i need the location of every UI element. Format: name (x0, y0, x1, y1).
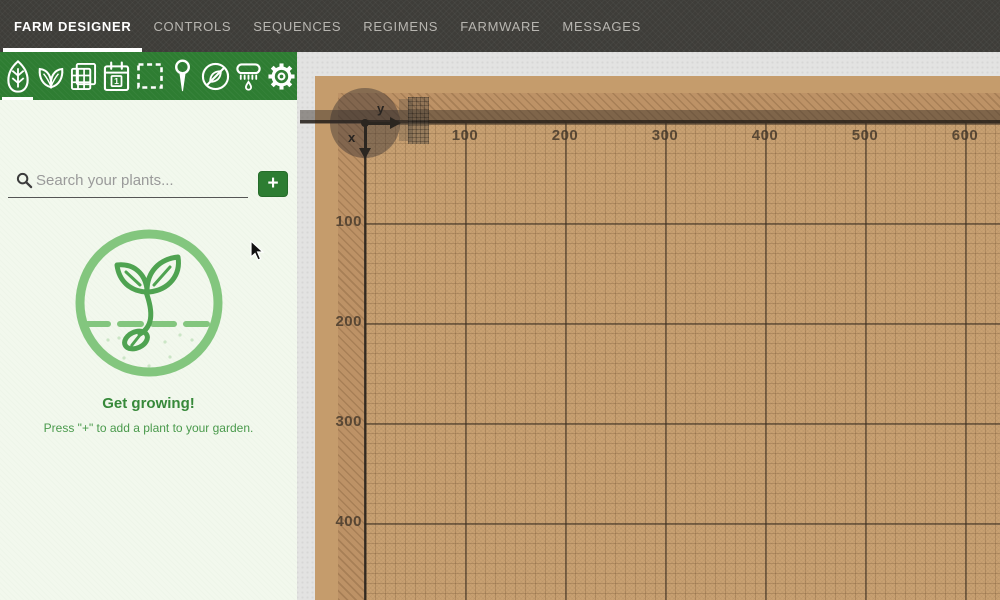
tab-label: SEQUENCES (253, 19, 341, 34)
plant-leaf-icon (6, 60, 30, 93)
horizontal-axis-arrowhead (390, 117, 401, 129)
garden-grid-icon (70, 62, 97, 91)
mouse-cursor (250, 240, 266, 266)
tab-farmware[interactable]: FARMWARE (449, 0, 551, 52)
toolbar-irrigation-button[interactable] (233, 52, 264, 100)
box-select-icon (136, 62, 164, 90)
x-axis-label: 600 (915, 127, 1000, 144)
designer-toolbar: 1 (0, 52, 297, 100)
tab-label: FARM DESIGNER (14, 19, 131, 34)
weeds-icon (201, 62, 230, 91)
x-axis-label: 200 (515, 127, 615, 144)
tab-label: CONTROLS (153, 19, 231, 34)
sprout-illustration (74, 365, 224, 382)
map-soil-grid (365, 123, 1000, 600)
toolbar-gardens-button[interactable] (68, 52, 99, 100)
vertical-axis-letter: x (348, 130, 355, 145)
toolbar-weeds-button[interactable] (200, 52, 231, 100)
calendar-icon: 1 (103, 61, 130, 92)
toolbar-points-button[interactable] (167, 52, 198, 100)
tab-regimens[interactable]: REGIMENS (352, 0, 449, 52)
designer-sidebar: 1 (0, 52, 297, 600)
main-nav: FARM DESIGNER CONTROLS SEQUENCES REGIMEN… (0, 0, 1000, 52)
y-axis-label: 400 (315, 513, 362, 530)
y-axis-line (364, 122, 366, 600)
x-axis-label: 500 (815, 127, 915, 144)
settings-gear-icon (267, 62, 296, 91)
tab-farm-designer[interactable]: FARM DESIGNER (3, 0, 142, 52)
crops-leaves-icon (37, 62, 65, 90)
y-axis-label: 200 (315, 313, 362, 330)
tab-label: FARMWARE (460, 19, 540, 34)
toolbar-settings-button[interactable] (266, 52, 297, 100)
tab-controls[interactable]: CONTROLS (142, 0, 242, 52)
search-input[interactable] (8, 164, 248, 198)
x-axis-label: 100 (415, 127, 515, 144)
irrigation-icon (234, 61, 263, 92)
toolbar-box-select-button[interactable] (134, 52, 165, 100)
garden-map[interactable]: y x 100200300400500600100200300400 (315, 76, 1000, 600)
tab-sequences[interactable]: SEQUENCES (242, 0, 352, 52)
horizontal-axis-arrow (365, 122, 391, 125)
vertical-axis-arrowhead (359, 148, 371, 159)
empty-state-hint: Press "+" to add a plant to your garden. (0, 421, 297, 435)
vertical-axis-arrow (364, 123, 367, 149)
toolbar-crops-button[interactable] (35, 52, 66, 100)
x-axis-label: 400 (715, 127, 815, 144)
horizontal-axis-letter: y (377, 101, 384, 116)
y-axis-label: 300 (315, 413, 362, 430)
toolbar-calendar-button[interactable]: 1 (101, 52, 132, 100)
tab-label: REGIMENS (363, 19, 438, 34)
tab-label: MESSAGES (562, 19, 641, 34)
x-axis-label: 300 (615, 127, 715, 144)
y-axis-label: 100 (315, 213, 362, 230)
calendar-day-number: 1 (114, 76, 119, 86)
empty-state-title: Get growing! (0, 395, 297, 412)
add-plant-button[interactable]: + (258, 171, 288, 197)
map-pin-icon (174, 59, 191, 93)
tab-messages[interactable]: MESSAGES (551, 0, 652, 52)
toolbar-plants-button[interactable] (2, 52, 33, 100)
plant-search-row: + (0, 110, 297, 160)
